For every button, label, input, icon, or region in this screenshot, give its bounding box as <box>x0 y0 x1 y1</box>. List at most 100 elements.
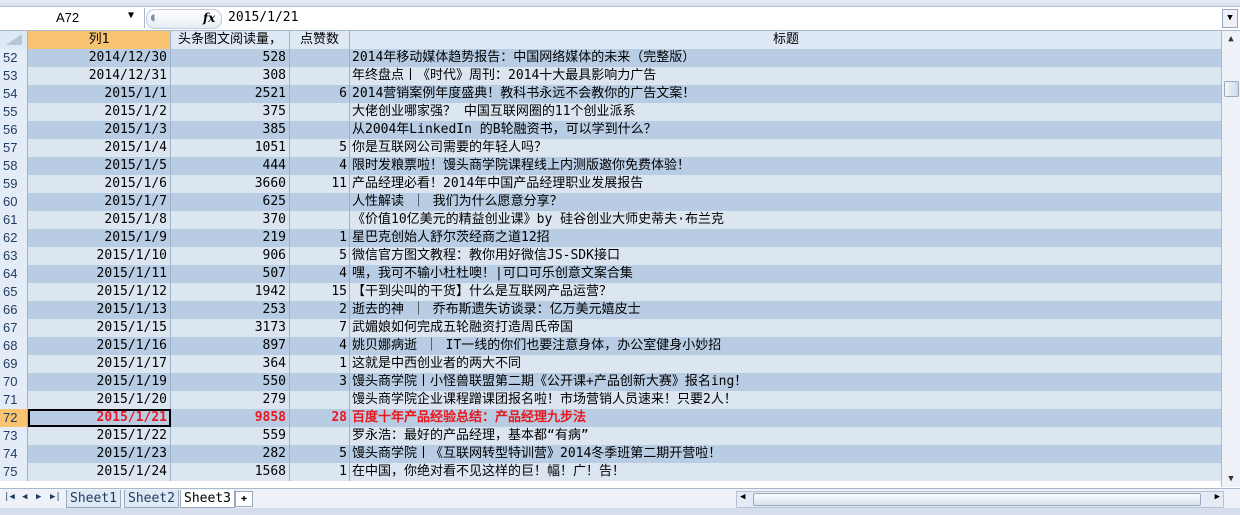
cell-date[interactable]: 2015/1/20 <box>28 391 171 409</box>
cell-date[interactable]: 2015/1/9 <box>28 229 171 247</box>
cell-likes[interactable]: 4 <box>290 157 350 175</box>
cell-likes[interactable]: 28 <box>290 409 350 427</box>
row-header[interactable]: 66 <box>0 301 28 319</box>
sheet-tab-sheet3[interactable]: Sheet3 <box>180 490 235 508</box>
row-header[interactable]: 73 <box>0 427 28 445</box>
cell-likes[interactable] <box>290 211 350 229</box>
cell-likes[interactable] <box>290 103 350 121</box>
cell-date[interactable]: 2015/1/11 <box>28 265 171 283</box>
cell-date[interactable]: 2014/12/31 <box>28 67 171 85</box>
cell-title[interactable]: 罗永浩：最好的产品经理，基本都“有病” <box>350 427 1222 445</box>
cell-title[interactable]: 2014年移动媒体趋势报告：中国网络媒体的未来（完整版） <box>350 49 1222 67</box>
cell-reads[interactable]: 253 <box>171 301 290 319</box>
row-header[interactable]: 52 <box>0 49 28 67</box>
cell-likes[interactable] <box>290 121 350 139</box>
cell-date[interactable]: 2015/1/4 <box>28 139 171 157</box>
row-header[interactable]: 53 <box>0 67 28 85</box>
row-header[interactable]: 64 <box>0 265 28 283</box>
row-header[interactable]: 72 <box>0 409 28 427</box>
spreadsheet-grid[interactable]: 列1 头条图文阅读量， 点赞数 标题 52 2014/12/30 528 2014年移… <box>0 31 1222 487</box>
cell-date[interactable]: 2015/1/24 <box>28 463 171 481</box>
cell-title[interactable]: 百度十年产品经验总结：产品经理九步法 <box>350 409 1222 427</box>
cell-title[interactable]: 姚贝娜病逝 ｜ IT一线的你们也要注意身体，办公室健身小妙招 <box>350 337 1222 355</box>
cell-likes[interactable] <box>290 193 350 211</box>
sheet-tab-sheet2[interactable]: Sheet2 <box>124 490 179 508</box>
cell-date[interactable]: 2015/1/5 <box>28 157 171 175</box>
cell-likes[interactable] <box>290 49 350 67</box>
cell-date[interactable]: 2015/1/13 <box>28 301 171 319</box>
cell-title[interactable]: 《价值10亿美元的精益创业课》by 硅谷创业大师史蒂夫·布兰克 <box>350 211 1222 229</box>
scroll-up-icon[interactable]: ▲ <box>1224 32 1238 46</box>
cell-likes[interactable]: 4 <box>290 265 350 283</box>
row-header[interactable]: 62 <box>0 229 28 247</box>
scroll-left-icon[interactable]: ◀ <box>740 492 745 502</box>
cell-date[interactable]: 2015/1/19 <box>28 373 171 391</box>
cell-reads[interactable]: 550 <box>171 373 290 391</box>
cell-date[interactable]: 2015/1/6 <box>28 175 171 193</box>
column-header-a[interactable]: 列1 <box>28 31 171 49</box>
cell-date[interactable]: 2015/1/3 <box>28 121 171 139</box>
row-header[interactable]: 74 <box>0 445 28 463</box>
cell-likes[interactable]: 1 <box>290 355 350 373</box>
row-header[interactable]: 60 <box>0 193 28 211</box>
last-sheet-icon[interactable]: ▶| <box>50 492 61 502</box>
cell-likes[interactable]: 6 <box>290 85 350 103</box>
cell-date[interactable]: 2015/1/7 <box>28 193 171 211</box>
row-header[interactable]: 61 <box>0 211 28 229</box>
cell-title[interactable]: 大佬创业哪家强？ 中国互联网圈的11个创业派系 <box>350 103 1222 121</box>
name-box[interactable]: A72 ▼ <box>0 8 145 28</box>
cell-reads[interactable]: 1942 <box>171 283 290 301</box>
row-header[interactable]: 71 <box>0 391 28 409</box>
cell-reads[interactable]: 219 <box>171 229 290 247</box>
cell-reads[interactable]: 507 <box>171 265 290 283</box>
chevron-down-icon[interactable]: ▼ <box>128 10 134 21</box>
vertical-scrollbar[interactable]: ▲ ▼ <box>1221 31 1240 487</box>
cell-title[interactable]: 微信官方图文教程：教你用好微信JS-SDK接口 <box>350 247 1222 265</box>
cell-reads[interactable]: 897 <box>171 337 290 355</box>
formula-input[interactable]: 2015/1/21 <box>228 10 298 25</box>
cell-reads[interactable]: 375 <box>171 103 290 121</box>
row-header[interactable]: 58 <box>0 157 28 175</box>
cell-reads[interactable]: 282 <box>171 445 290 463</box>
cell-title[interactable]: 年终盘点丨《时代》周刊：2014十大最具影响力广告 <box>350 67 1222 85</box>
cell-title[interactable]: 从2004年LinkedIn 的B轮融资书，可以学到什么？ <box>350 121 1222 139</box>
cell-title[interactable]: 武媚娘如何完成五轮融资打造周氏帝国 <box>350 319 1222 337</box>
cell-title[interactable]: 【干到尖叫的干货】什么是互联网产品运营？ <box>350 283 1222 301</box>
cell-likes[interactable] <box>290 427 350 445</box>
row-header[interactable]: 59 <box>0 175 28 193</box>
cell-date[interactable]: 2015/1/10 <box>28 247 171 265</box>
column-header-d[interactable]: 标题 <box>350 31 1222 49</box>
row-header[interactable]: 67 <box>0 319 28 337</box>
cell-date[interactable]: 2015/1/22 <box>28 427 171 445</box>
cell-reads[interactable]: 1051 <box>171 139 290 157</box>
row-header[interactable]: 70 <box>0 373 28 391</box>
cell-reads[interactable]: 279 <box>171 391 290 409</box>
cell-reads[interactable]: 1568 <box>171 463 290 481</box>
cell-likes[interactable]: 3 <box>290 373 350 391</box>
cell-title[interactable]: 产品经理必看！2014年中国产品经理职业发展报告 <box>350 175 1222 193</box>
cell-title[interactable]: 限时发粮票啦！馒头商学院课程线上内测版邀你免费体验！ <box>350 157 1222 175</box>
cell-likes[interactable]: 5 <box>290 247 350 265</box>
cell-date[interactable]: 2015/1/2 <box>28 103 171 121</box>
cell-title[interactable]: 2014营销案例年度盛典！教科书永远不会教你的广告文案！ <box>350 85 1222 103</box>
cell-reads[interactable]: 625 <box>171 193 290 211</box>
cell-date[interactable]: 2015/1/15 <box>28 319 171 337</box>
cell-reads[interactable]: 906 <box>171 247 290 265</box>
expand-formula-bar-button[interactable]: ▼ <box>1222 9 1238 28</box>
cell-date[interactable]: 2015/1/16 <box>28 337 171 355</box>
column-header-b[interactable]: 头条图文阅读量， <box>171 31 290 49</box>
row-header[interactable]: 54 <box>0 85 28 103</box>
cell-reads[interactable]: 3173 <box>171 319 290 337</box>
cell-title[interactable]: 馒头商学院丨《互联网转型特训营》2014冬季班第二期开营啦！ <box>350 445 1222 463</box>
vertical-scroll-thumb[interactable] <box>1224 81 1239 97</box>
cell-title[interactable]: 星巴克创始人舒尔茨经商之道12招 <box>350 229 1222 247</box>
cell-reads[interactable]: 3660 <box>171 175 290 193</box>
cell-likes[interactable] <box>290 67 350 85</box>
select-all-corner[interactable] <box>0 31 28 49</box>
scroll-down-icon[interactable]: ▼ <box>1224 472 1238 486</box>
cell-likes[interactable]: 1 <box>290 463 350 481</box>
cell-likes[interactable]: 5 <box>290 139 350 157</box>
cell-date[interactable]: 2015/1/17 <box>28 355 171 373</box>
cell-date[interactable]: 2015/1/12 <box>28 283 171 301</box>
cell-likes[interactable]: 15 <box>290 283 350 301</box>
